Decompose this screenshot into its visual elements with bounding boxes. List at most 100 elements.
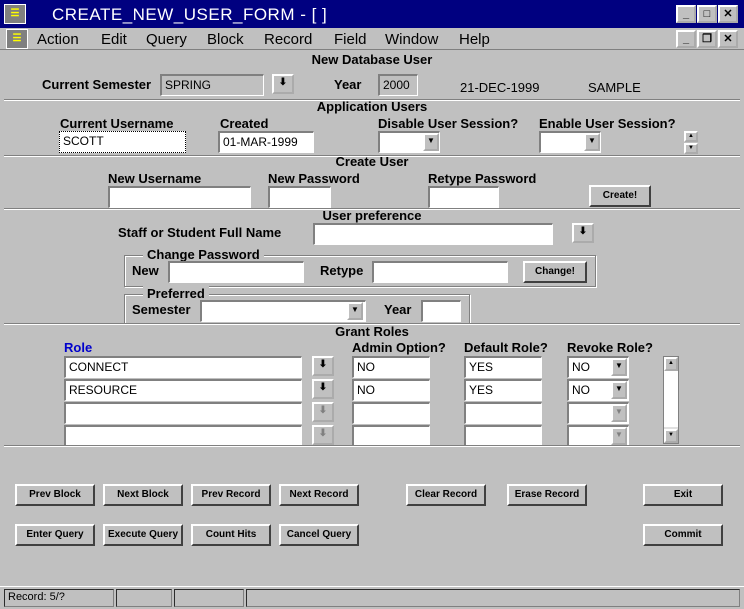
preferred-year-label: Year [384,302,412,317]
retype-pref-label: Retype [320,263,364,278]
menu-query[interactable]: Query [146,31,187,48]
admin-column-header: Admin Option? [352,340,446,355]
scroll-track[interactable] [664,371,678,427]
clear-record-button[interactable]: Clear Record [406,484,486,506]
scroll-down-icon[interactable]: ▼ [684,143,698,154]
count-hits-button[interactable]: Count Hits [191,524,271,546]
admin-option-field[interactable]: NO [352,356,430,378]
year-field[interactable]: 2000 [378,74,418,96]
role-lov-button[interactable]: ⬇ [312,425,334,445]
create-button[interactable]: Create! [589,185,651,207]
disable-session-label: Disable User Session? [378,116,519,131]
document-icon[interactable]: ☰ [6,29,28,49]
new-password-field[interactable] [268,186,331,208]
created-label: Created [220,116,269,131]
record-status: Record: 5/? [4,589,114,607]
current-username-field[interactable]: SCOTT [59,131,186,153]
role-field[interactable]: CONNECT [64,356,302,378]
role-lov-button[interactable]: ⬇ [312,402,334,422]
new-password-pref-field[interactable] [168,261,304,283]
chevron-down-icon[interactable]: ▼ [611,381,627,399]
close-icon[interactable]: ✕ [718,5,738,23]
current-semester-label: Current Semester [42,77,152,92]
fullname-lov-button[interactable]: ⬇ [572,223,594,243]
fullname-label: Staff or Student Full Name [118,225,282,240]
minimize-icon[interactable]: _ [676,5,696,23]
menu-action[interactable]: Action [37,31,79,48]
next-block-button[interactable]: Next Block [103,484,183,506]
prev-record-button[interactable]: Prev Record [191,484,271,506]
created-field[interactable]: 01-MAR-1999 [218,131,314,153]
status-cell [174,589,244,607]
current-semester-field[interactable]: SPRING [160,74,264,96]
preferred-semester-select[interactable] [200,300,366,322]
default-role-field[interactable]: YES [464,379,542,401]
chevron-down-icon[interactable]: ▼ [611,427,627,445]
role-field[interactable] [64,402,302,424]
chevron-down-icon[interactable]: ▼ [611,358,627,376]
chevron-down-icon[interactable]: ▼ [347,302,363,320]
role-column-header: Role [64,340,93,355]
section-grant-roles: Grant Roles [335,324,409,339]
menu-edit[interactable]: Edit [101,31,127,48]
default-column-header: Default Role? [464,340,548,355]
role-lov-button[interactable]: ⬇ [312,379,334,399]
menu-help[interactable]: Help [459,31,490,48]
menu-block[interactable]: Block [207,31,244,48]
scroll-up-icon[interactable]: ▲ [684,131,698,142]
admin-option-field[interactable] [352,425,430,447]
execute-query-button[interactable]: Execute Query [103,524,183,546]
default-role-field[interactable]: YES [464,356,542,378]
window-title: CREATE_NEW_USER_FORM - [ ] [52,5,328,24]
retype-password-label: Retype Password [428,171,537,186]
scroll-up-icon[interactable]: ▲ [664,357,678,371]
revoke-column-header: Revoke Role? [567,340,653,355]
erase-record-button[interactable]: Erase Record [507,484,587,506]
admin-option-field[interactable] [352,402,430,424]
title-bar: ☰ CREATE_NEW_USER_FORM - [ ] _ □ ✕ [0,0,744,28]
section-new-database-user: New Database User [311,52,433,67]
commit-button[interactable]: Commit [643,524,723,546]
role-field[interactable] [64,425,302,447]
menu-field[interactable]: Field [334,31,367,48]
chevron-down-icon[interactable]: ▼ [423,133,439,151]
roles-scrollbar[interactable]: ▲ ▼ [663,356,679,444]
preferred-title: Preferred [143,286,209,301]
admin-option-field[interactable]: NO [352,379,430,401]
cancel-query-button[interactable]: Cancel Query [279,524,359,546]
menu-window[interactable]: Window [385,31,438,48]
exit-button[interactable]: Exit [643,484,723,506]
current-date: 21-DEC-1999 [460,80,540,95]
default-role-field[interactable] [464,425,542,447]
semester-lov-button[interactable]: ⬇ [272,74,294,94]
doc-restore-icon[interactable]: ❐ [697,30,717,48]
role-lov-button[interactable]: ⬇ [312,356,334,376]
retype-pref-field[interactable] [372,261,508,283]
retype-password-field[interactable] [428,186,499,208]
scroll-down-icon[interactable]: ▼ [664,429,678,443]
section-application-users: Application Users [316,99,428,114]
status-cell [246,589,740,607]
menu-record[interactable]: Record [264,31,312,48]
role-field[interactable]: RESOURCE [64,379,302,401]
next-record-button[interactable]: Next Record [279,484,359,506]
new-password-label: New Password [268,171,360,186]
preferred-year-field[interactable] [421,300,461,322]
change-button[interactable]: Change! [523,261,587,283]
menu-bar: ☰ Action Edit Query Block Record Field W… [0,28,744,50]
chevron-down-icon[interactable]: ▼ [611,404,627,422]
default-role-field[interactable] [464,402,542,424]
app-icon[interactable]: ☰ [4,4,26,24]
maximize-icon[interactable]: □ [697,5,717,23]
section-user-preference: User preference [322,208,422,223]
doc-close-icon[interactable]: ✕ [718,30,738,48]
doc-minimize-icon[interactable]: _ [676,30,696,48]
enable-session-label: Enable User Session? [539,116,676,131]
new-username-field[interactable] [108,186,251,208]
status-cell [116,589,172,607]
new-username-label: New Username [108,171,202,186]
prev-block-button[interactable]: Prev Block [15,484,95,506]
chevron-down-icon[interactable]: ▼ [584,133,600,151]
enter-query-button[interactable]: Enter Query [15,524,95,546]
fullname-field[interactable] [313,223,553,245]
